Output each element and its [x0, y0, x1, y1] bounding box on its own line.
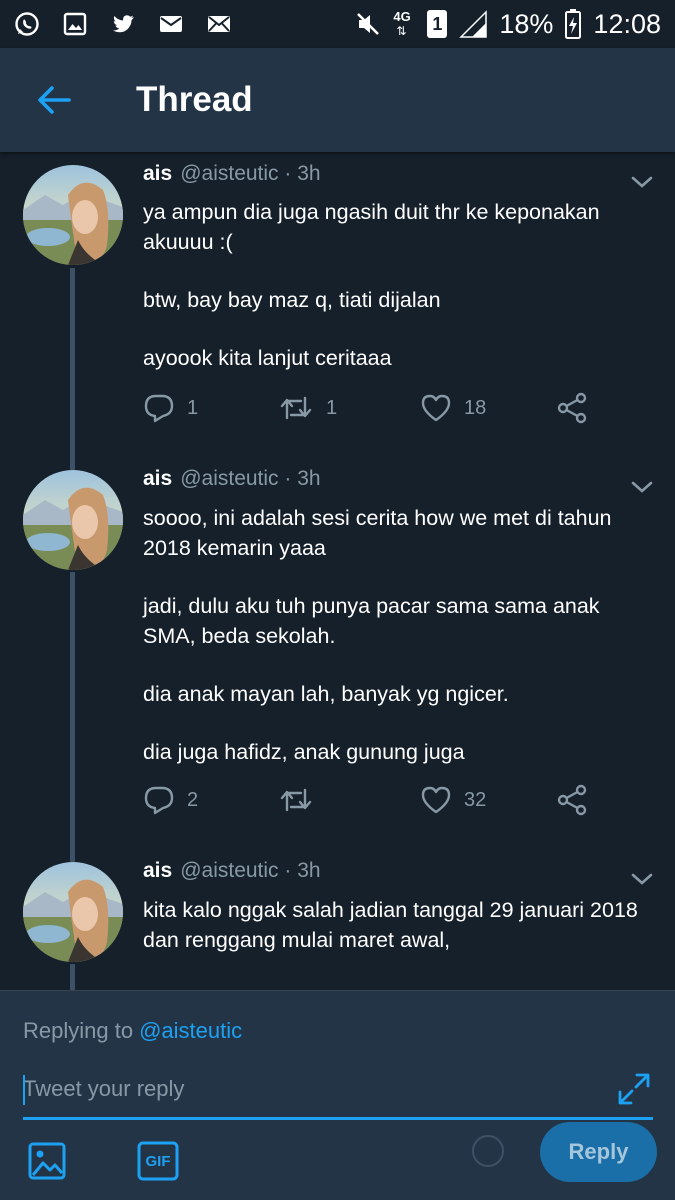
signal-icon: [459, 10, 488, 38]
message-icon: [208, 16, 230, 32]
tweet-paragraph: btw, bay bay maz q, tiati dijalan: [143, 288, 441, 312]
tweet-paragraph: dia juga hafidz, anak gunung juga: [143, 740, 465, 764]
replying-label: Replying to: [23, 1018, 134, 1043]
retweet-icon: [280, 788, 312, 812]
tweet-text: kita kalo nggak salah jadian tanggal 29 …: [143, 895, 653, 955]
like-action[interactable]: 18: [420, 392, 486, 424]
reply-icon: [144, 394, 174, 423]
tweet-header: ais @aisteutic · 3h: [143, 859, 321, 883]
reply-composer: Replying to@aisteutic GIF Reply: [0, 990, 675, 1200]
share-action[interactable]: [556, 392, 588, 424]
tweet-text: ya ampun dia juga ngasih duit thr ke kep…: [143, 197, 653, 373]
network-indicator: 4G ⇅: [393, 9, 411, 38]
tweet-time: · 3h: [284, 467, 321, 490]
battery-charging-icon: [565, 9, 582, 39]
tweet[interactable]: ais @aisteutic · 3h kita kalo nggak salah…: [0, 852, 675, 990]
thread-line: [70, 964, 75, 990]
reply-action[interactable]: 1: [143, 392, 198, 424]
twitter-icon: [113, 15, 134, 33]
tweet-actions: 1 1 18: [143, 392, 603, 424]
sim-indicator: 1: [427, 10, 448, 38]
mute-icon: [357, 13, 380, 35]
gallery-icon: [63, 12, 87, 36]
avatar-photo: [23, 862, 123, 962]
chevron-down-icon[interactable]: [628, 477, 656, 497]
chevron-down-icon[interactable]: [628, 869, 656, 889]
reply-input[interactable]: [23, 1071, 653, 1107]
heart-icon: [421, 394, 451, 422]
user-handle[interactable]: @aisteutic: [180, 162, 278, 185]
tweet-paragraph: ya ampun dia juga ngasih duit thr ke kep…: [143, 200, 600, 254]
like-count: 32: [464, 788, 487, 811]
page-title: Thread: [136, 80, 253, 119]
share-action[interactable]: [556, 784, 588, 816]
avatar-photo: [23, 470, 123, 570]
tweet-paragraph: ayoook kita lanjut ceritaaa: [143, 346, 392, 370]
tweet-paragraph: soooo, ini adalah sesi cerita how we met…: [143, 506, 612, 560]
avatar[interactable]: [23, 470, 123, 570]
user-handle[interactable]: @aisteutic: [180, 467, 278, 490]
display-name[interactable]: ais: [143, 467, 172, 490]
expand-icon[interactable]: [616, 1071, 652, 1107]
system-indicators: 4G ⇅ 1 18% 12:08: [355, 9, 661, 40]
like-action[interactable]: 32: [420, 784, 486, 816]
like-count: 18: [464, 396, 487, 419]
back-arrow-icon: [38, 86, 71, 114]
tweet-header: ais @aisteutic · 3h: [143, 162, 321, 186]
retweet-action[interactable]: [278, 784, 326, 816]
retweet-action[interactable]: 1: [278, 392, 337, 424]
character-counter: [472, 1135, 504, 1167]
gif-label: GIF: [145, 1152, 171, 1170]
text-cursor: [23, 1075, 25, 1105]
tweet-time: · 3h: [284, 162, 321, 185]
display-name[interactable]: ais: [143, 859, 172, 882]
reply-count: 1: [187, 396, 199, 419]
share-icon: [557, 784, 587, 816]
tweet-text: soooo, ini adalah sesi cerita how we met…: [143, 503, 653, 767]
avatar[interactable]: [23, 165, 123, 265]
avatar[interactable]: [23, 862, 123, 962]
tweet[interactable]: ais @aisteutic · 3h ya ampun dia juga nga…: [0, 152, 675, 460]
retweet-count: 1: [326, 396, 338, 419]
whatsapp-icon: [15, 12, 39, 36]
heart-icon: [421, 786, 451, 814]
thread-line: [70, 852, 75, 862]
retweet-icon: [280, 396, 312, 420]
reply-button[interactable]: Reply: [540, 1122, 657, 1182]
back-button[interactable]: [24, 70, 84, 130]
thread-line: [70, 460, 75, 470]
notification-icons: [14, 11, 232, 37]
tweet-paragraph: dia anak mayan lah, banyak yg ngicer.: [143, 682, 509, 706]
user-handle[interactable]: @aisteutic: [180, 859, 278, 882]
avatar-photo: [23, 165, 123, 265]
tweet-time: · 3h: [284, 859, 321, 882]
battery-percent: 18%: [499, 8, 554, 39]
display-name[interactable]: ais: [143, 162, 172, 185]
reply-count: 2: [187, 788, 199, 811]
tweet-actions: 2 32: [143, 784, 603, 816]
email-icon: [160, 16, 182, 32]
status-bar: 4G ⇅ 1 18% 12:08: [0, 0, 675, 48]
input-underline: [23, 1117, 653, 1120]
thread-line: [70, 572, 75, 852]
clock: 12:08: [593, 8, 661, 39]
replying-to: Replying to @aisteutic: [23, 1018, 242, 1044]
thread-list[interactable]: ais @aisteutic · 3h ya ampun dia juga nga…: [0, 152, 675, 990]
chevron-down-icon[interactable]: [628, 172, 656, 192]
share-icon: [557, 392, 587, 424]
reply-action[interactable]: 2: [143, 784, 198, 816]
replying-handle[interactable]: @aisteutic: [139, 1018, 242, 1043]
thread-line: [70, 268, 75, 460]
tweet[interactable]: ais @aisteutic · 3h soooo, ini adalah ses…: [0, 460, 675, 852]
tweet-paragraph: jadi, dulu aku tuh punya pacar sama sama…: [143, 594, 600, 648]
tweet-header: ais @aisteutic · 3h: [143, 467, 321, 491]
reply-icon: [144, 786, 174, 815]
tweet-paragraph: kita kalo nggak salah jadian tanggal 29 …: [143, 898, 638, 952]
image-icon[interactable]: [27, 1141, 67, 1181]
gif-button[interactable]: GIF: [137, 1141, 179, 1181]
app-bar: Thread: [0, 48, 675, 152]
